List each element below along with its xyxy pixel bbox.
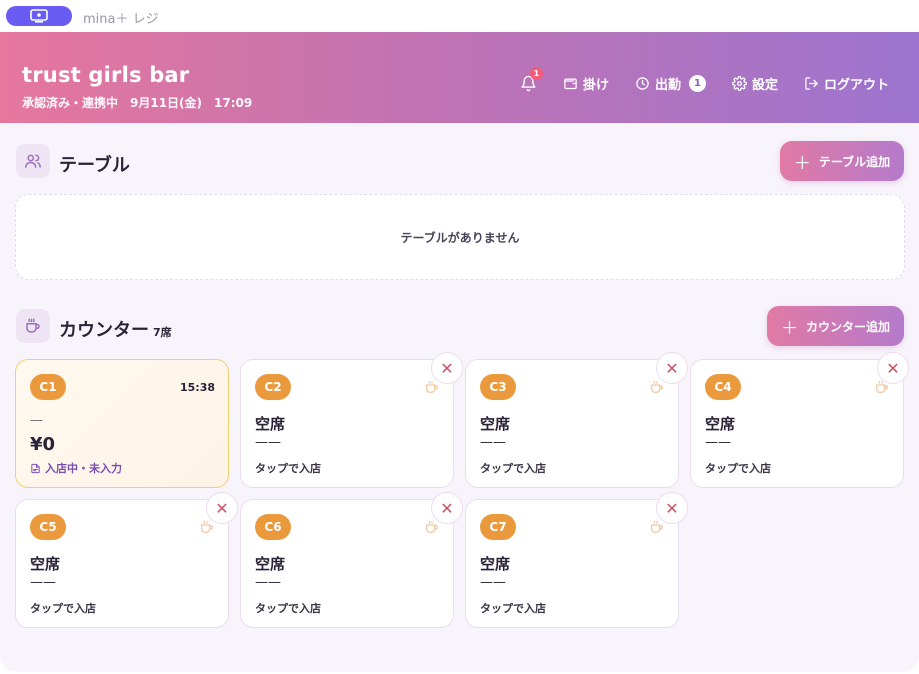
logout-button[interactable]: ログアウト xyxy=(804,74,889,93)
main-area: テーブル ＋ テーブル追加 テーブルがありません カウンター 7席 ＋ カウンター… xyxy=(0,123,919,672)
seat-vacant-label: 空席 xyxy=(480,415,511,433)
gear-icon xyxy=(732,76,747,91)
register-icon xyxy=(30,9,48,23)
header: trust girls bar 承認済み・連携中 9月11日(金) 17:09 … xyxy=(0,32,919,123)
seat-guest-name: —— xyxy=(30,575,56,590)
tables-empty-state: テーブルがありません xyxy=(15,194,905,280)
seat-vacant-label: 空席 xyxy=(30,555,61,573)
seat-amount: ¥0 xyxy=(30,434,56,455)
logout-icon xyxy=(805,77,818,90)
shukkin-label: 出勤 xyxy=(654,78,681,93)
seat-badge: C6 xyxy=(255,514,291,540)
counter-seat-card-c6[interactable]: C6 空席 —— タップで入店 ✕ xyxy=(240,492,463,628)
close-icon: ✕ xyxy=(440,358,454,378)
counter-title-text: カウンター xyxy=(59,320,149,341)
wallet-icon xyxy=(564,78,577,90)
seat-vacant-label: 空席 xyxy=(705,415,736,433)
close-icon: ✕ xyxy=(440,498,454,518)
seat-status: 入店中・未入力 xyxy=(30,460,122,476)
counter-seat-card-c5[interactable]: C5 空席 —— タップで入店 ✕ xyxy=(15,492,238,628)
kake-label: 掛け xyxy=(582,78,609,93)
notifications-button[interactable]: 1 xyxy=(520,67,543,92)
seat-guest-name: —— xyxy=(480,575,506,590)
seat-hint: タップで入店 xyxy=(255,462,321,475)
window-topbar: mina＋ レジ xyxy=(0,0,919,32)
document-icon xyxy=(31,463,40,473)
close-icon: ✕ xyxy=(886,358,900,378)
close-icon: ✕ xyxy=(665,358,679,378)
seat-badge: C3 xyxy=(480,374,516,400)
remove-seat-button[interactable]: ✕ xyxy=(431,492,463,524)
close-icon: ✕ xyxy=(215,498,229,518)
shop-name: trust girls bar xyxy=(22,63,190,87)
seat-guest-name: — xyxy=(30,413,43,428)
seat-badge: C1 xyxy=(30,374,66,400)
tables-empty-message: テーブルがありません xyxy=(400,230,520,245)
remove-seat-button[interactable]: ✕ xyxy=(206,492,238,524)
counter-section-icon xyxy=(16,309,50,343)
plus-icon: ＋ xyxy=(793,153,811,174)
seat-badge: C7 xyxy=(480,514,516,540)
seat-entry-time: 15:38 xyxy=(179,381,215,394)
add-table-label: テーブル追加 xyxy=(818,154,891,169)
seat-vacant-label: 空席 xyxy=(255,555,286,573)
add-table-button[interactable]: ＋ テーブル追加 xyxy=(780,141,904,181)
remove-seat-button[interactable]: ✕ xyxy=(656,492,688,524)
app-title: mina＋ レジ xyxy=(83,12,159,27)
seat-badge: C2 xyxy=(255,374,291,400)
seat-hint: タップで入店 xyxy=(480,462,546,475)
counter-seat-card-c1[interactable]: C1 15:38 — ¥0 入店中・未入力 xyxy=(15,359,229,488)
users-icon xyxy=(25,154,41,168)
seat-guest-name: —— xyxy=(255,435,281,450)
seat-status-label: 入店中・未入力 xyxy=(45,462,122,475)
seat-badge: C5 xyxy=(30,514,66,540)
remove-seat-button[interactable]: ✕ xyxy=(431,352,463,384)
clock-icon xyxy=(636,77,649,90)
settings-label: 設定 xyxy=(751,78,778,93)
shukkin-count-badge: 1 xyxy=(688,75,706,92)
settings-button[interactable]: 設定 xyxy=(732,74,778,93)
shop-status: 承認済み・連携中 9月11日(金) 17:09 xyxy=(22,96,253,110)
counter-seat-card-c7[interactable]: C7 空席 —— タップで入店 ✕ xyxy=(465,492,688,628)
add-counter-label: カウンター追加 xyxy=(805,319,890,334)
shukkin-button[interactable]: 出勤 1 xyxy=(635,74,706,93)
seat-hint: タップで入店 xyxy=(30,602,96,615)
tables-section-icon xyxy=(16,144,50,178)
close-icon: ✕ xyxy=(665,498,679,518)
remove-seat-button[interactable]: ✕ xyxy=(656,352,688,384)
counter-title: カウンター 7席 xyxy=(59,316,172,342)
tables-title: テーブル xyxy=(59,155,130,176)
app-switch-button[interactable] xyxy=(6,6,72,26)
plus-icon: ＋ xyxy=(780,318,798,339)
seat-hint: タップで入店 xyxy=(705,462,771,475)
seat-guest-name: —— xyxy=(255,575,281,590)
logout-label: ログアウト xyxy=(823,78,889,93)
seat-badge: C4 xyxy=(705,374,741,400)
seat-vacant-label: 空席 xyxy=(255,415,286,433)
seat-hint: タップで入店 xyxy=(255,602,321,615)
counter-seat-card-c3[interactable]: C3 空席 —— タップで入店 ✕ xyxy=(465,352,688,488)
header-nav: 1 掛け 出勤 1 設定 ログアウト xyxy=(520,67,889,93)
notification-badge: 1 xyxy=(529,67,543,80)
seat-guest-name: —— xyxy=(480,435,506,450)
add-counter-button[interactable]: ＋ カウンター追加 xyxy=(767,306,904,346)
counter-seat-count: 7席 xyxy=(153,326,172,339)
counter-seat-card-c2[interactable]: C2 空席 —— タップで入店 ✕ xyxy=(240,352,463,488)
coffee-cup-icon xyxy=(26,318,40,333)
counter-seat-card-c4[interactable]: C4 空席 —— タップで入店 ✕ xyxy=(690,352,909,488)
seat-hint: タップで入店 xyxy=(480,602,546,615)
seat-guest-name: —— xyxy=(705,435,731,450)
kake-button[interactable]: 掛け xyxy=(563,74,609,93)
seat-vacant-label: 空席 xyxy=(480,555,511,573)
remove-seat-button[interactable]: ✕ xyxy=(877,352,909,384)
